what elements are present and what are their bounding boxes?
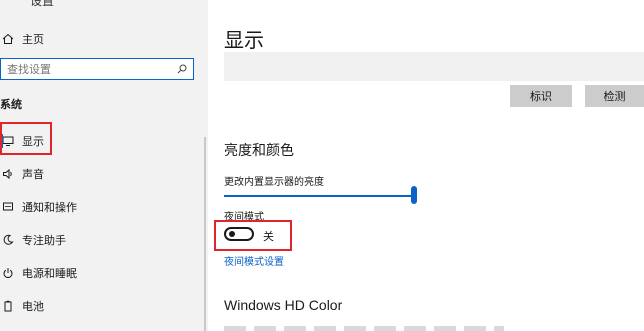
sidebar: 设置 主页 系统 显示 声音 通知和操作	[0, 0, 208, 331]
main-panel: 显示 标识 检测 亮度和颜色 更改内置显示器的亮度 夜间模式 关 夜间模式设置 …	[208, 0, 644, 331]
sidebar-item-power-sleep[interactable]: 电源和睡眠	[0, 263, 200, 283]
highlight-box-display	[0, 122, 52, 155]
sidebar-item-sound[interactable]: 声音	[0, 164, 200, 184]
sidebar-item-home[interactable]: 主页	[0, 30, 200, 48]
section-heading-hd-color: Windows HD Color	[224, 297, 343, 313]
sidebar-item-focus-assist[interactable]: 专注助手	[0, 230, 200, 250]
home-icon	[2, 33, 14, 44]
brightness-slider-thumb[interactable]	[411, 186, 417, 204]
highlight-box-night-light	[214, 220, 292, 251]
detect-button[interactable]: 检测	[585, 85, 644, 107]
speaker-icon	[3, 168, 12, 180]
sidebar-item-label: 专注助手	[22, 234, 66, 247]
sidebar-item-label: 主页	[22, 33, 44, 46]
sidebar-item-notifications[interactable]: 通知和操作	[0, 197, 200, 217]
battery-icon	[4, 300, 12, 312]
night-light-settings-link[interactable]: 夜间模式设置	[224, 253, 284, 268]
brightness-slider-label: 更改内置显示器的亮度	[224, 177, 324, 188]
display-preview-area[interactable]	[224, 52, 644, 81]
moon-icon	[3, 234, 14, 245]
notification-icon	[3, 202, 13, 211]
section-heading-brightness: 亮度和颜色	[224, 143, 294, 159]
sidebar-item-label: 通知和操作	[22, 201, 77, 214]
search-icon	[177, 64, 187, 74]
sidebar-item-label: 电池	[22, 300, 44, 313]
truncated-text-row	[224, 326, 504, 331]
page-title: 显示	[224, 28, 264, 52]
brightness-slider-track[interactable]	[224, 195, 414, 197]
search-input[interactable]	[7, 62, 157, 76]
section-label-system: 系统	[0, 98, 22, 111]
sidebar-scrollbar[interactable]	[204, 137, 206, 331]
sidebar-item-label: 声音	[22, 168, 44, 181]
window-title: 设置	[30, 0, 55, 8]
search-field[interactable]	[0, 58, 194, 80]
identify-button[interactable]: 标识	[510, 85, 572, 107]
sidebar-item-label: 电源和睡眠	[22, 267, 77, 280]
power-icon	[3, 268, 13, 278]
sidebar-item-battery[interactable]: 电池	[0, 296, 200, 316]
